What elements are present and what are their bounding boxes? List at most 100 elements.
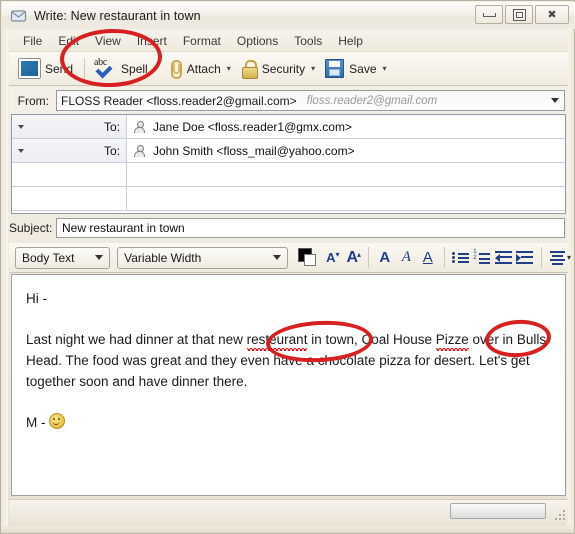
from-select[interactable]: FLOSS Reader <floss.reader2@gmail.com> f… <box>56 90 565 111</box>
indent-button[interactable] <box>514 247 536 269</box>
misspelled-word-pizze[interactable]: Pizze <box>435 329 469 351</box>
italic-button[interactable]: A <box>396 247 418 269</box>
recipient-type-select[interactable] <box>12 163 127 186</box>
chevron-down-icon[interactable] <box>18 148 24 153</box>
spellcheck-abc-icon: abc <box>94 57 116 79</box>
chevron-down-icon[interactable] <box>273 255 282 260</box>
recipient-value-field[interactable]: Jane Doe <floss.reader1@gmx.com> <box>127 115 565 138</box>
menu-item-format[interactable]: Format <box>175 32 229 50</box>
recipient-value-field[interactable] <box>127 187 565 210</box>
text-color-swatch[interactable] <box>298 248 317 267</box>
save-button[interactable]: Save ▾ <box>321 55 390 83</box>
paperclip-icon <box>168 59 182 79</box>
misspelled-word-resteurant[interactable]: resteurant <box>246 329 307 351</box>
window-controls: ✖ <box>475 5 569 24</box>
from-label: From: <box>17 93 49 108</box>
main-toolbar: Send abc Spell ▾ Attach ▾ Security ▾ Sav… <box>9 52 568 86</box>
align-dropdown-icon[interactable]: ▾ <box>567 253 571 262</box>
signature-text: M - <box>26 415 50 430</box>
paragraph-style-select[interactable]: Body Text <box>15 246 111 269</box>
recipient-type-select[interactable]: To: <box>12 139 127 162</box>
bold-label: A <box>379 249 391 266</box>
envelope-icon[interactable] <box>10 7 27 24</box>
recipient-row[interactable]: To: John Smith <floss_mail@yahoo.com> <box>12 139 565 163</box>
subject-label: Subject: <box>9 221 53 235</box>
send-button-label: Send <box>45 61 74 76</box>
menu-item-help[interactable]: Help <box>330 32 371 50</box>
floppy-disk-icon <box>325 59 345 78</box>
recipient-type-select[interactable] <box>12 187 127 210</box>
formatting-toolbar: Body Text Variable Width A ▾ A ▴ A A A 1… <box>9 243 571 273</box>
spell-dropdown-icon[interactable]: ▾ <box>154 64 158 73</box>
recipient-value-field[interactable] <box>127 163 565 186</box>
recipient-row-empty[interactable] <box>12 163 565 187</box>
background-color-chip[interactable] <box>304 254 317 266</box>
menu-item-file[interactable]: File <box>15 32 50 50</box>
body-text-before: Last night we had dinner at that new <box>26 332 247 347</box>
toolbar-separator <box>443 247 445 268</box>
underline-label: A <box>422 249 433 266</box>
menu-item-tools[interactable]: Tools <box>286 32 330 50</box>
padlock-icon <box>241 59 258 79</box>
menu-item-edit[interactable]: Edit <box>50 32 87 50</box>
message-body-text[interactable]: Hi - Last night we had dinner at that ne… <box>12 275 565 433</box>
outdent-button[interactable] <box>493 247 515 269</box>
restore-button[interactable] <box>505 5 533 24</box>
security-dropdown-icon[interactable]: ▾ <box>311 64 315 73</box>
align-icon <box>549 251 565 265</box>
numbered-list-button[interactable]: 1 2 <box>471 247 493 269</box>
save-button-label: Save <box>349 61 377 76</box>
toolbar-separator <box>368 247 370 268</box>
menu-item-options[interactable]: Options <box>229 32 286 50</box>
chevron-down-icon[interactable] <box>551 98 559 103</box>
title-bar[interactable]: Write: New restaurant in town ✖ <box>2 2 575 29</box>
indent-icon <box>516 251 534 264</box>
status-bar <box>9 499 568 523</box>
security-button-label: Security <box>261 61 306 76</box>
underline-button[interactable]: A <box>417 247 439 269</box>
send-button[interactable]: Send <box>15 55 77 83</box>
subject-value: New restaurant in town <box>62 221 185 235</box>
security-button[interactable]: Security ▾ <box>237 55 319 83</box>
decrease-font-size-button[interactable]: A ▾ <box>320 247 342 269</box>
font-family-value: Variable Width <box>124 250 202 265</box>
toolbar-separator <box>84 57 86 80</box>
up-arrow-icon: ▴ <box>357 249 362 259</box>
recipient-row-empty[interactable] <box>12 187 565 211</box>
recipient-type-label: To: <box>103 143 120 158</box>
bullet-list-icon <box>451 251 469 264</box>
chevron-down-icon[interactable] <box>18 124 24 129</box>
bullet-list-button[interactable] <box>450 247 472 269</box>
subject-input[interactable]: New restaurant in town <box>56 218 565 238</box>
align-button[interactable]: ▾ <box>547 247 571 269</box>
person-icon <box>134 120 145 133</box>
paragraph-style-value: Body Text <box>22 250 75 265</box>
recipient-value-field[interactable]: John Smith <floss_mail@yahoo.com> <box>127 139 565 162</box>
from-identity: FLOSS Reader <floss.reader2@gmail.com> <box>61 93 297 108</box>
attach-dropdown-icon[interactable]: ▾ <box>227 64 231 73</box>
message-body-editor[interactable]: Hi - Last night we had dinner at that ne… <box>11 274 566 496</box>
recipient-address: Jane Doe <floss.reader1@gmx.com> <box>153 119 352 134</box>
resize-grip-icon[interactable] <box>553 508 565 520</box>
minimize-button[interactable] <box>475 5 503 24</box>
attach-button-label: Attach <box>186 61 221 76</box>
menu-item-view[interactable]: View <box>87 32 129 50</box>
menu-bar: File Edit View Insert Format Options Too… <box>9 30 568 52</box>
chevron-down-icon[interactable] <box>95 255 104 260</box>
close-button[interactable]: ✖ <box>535 5 569 24</box>
increase-font-size-button[interactable]: A ▴ <box>342 247 364 269</box>
bold-button[interactable]: A <box>374 247 396 269</box>
outdent-icon <box>494 251 512 264</box>
window-title: Write: New restaurant in town <box>34 8 201 23</box>
menu-item-insert[interactable]: Insert <box>129 32 175 50</box>
save-dropdown-icon[interactable]: ▾ <box>383 64 387 73</box>
font-family-select[interactable]: Variable Width <box>117 246 289 269</box>
subject-row: Subject: New restaurant in town <box>9 216 568 240</box>
recipient-type-select[interactable]: To: <box>12 115 127 138</box>
send-envelope-icon <box>19 59 40 78</box>
spell-button[interactable]: abc Spell ▾ <box>90 55 162 83</box>
recipient-row[interactable]: To: Jane Doe <floss.reader1@gmx.com> <box>12 115 565 139</box>
attach-button[interactable]: Attach ▾ <box>164 55 235 83</box>
spell-button-label: Spell <box>121 61 148 76</box>
italic-label: A <box>401 249 411 265</box>
